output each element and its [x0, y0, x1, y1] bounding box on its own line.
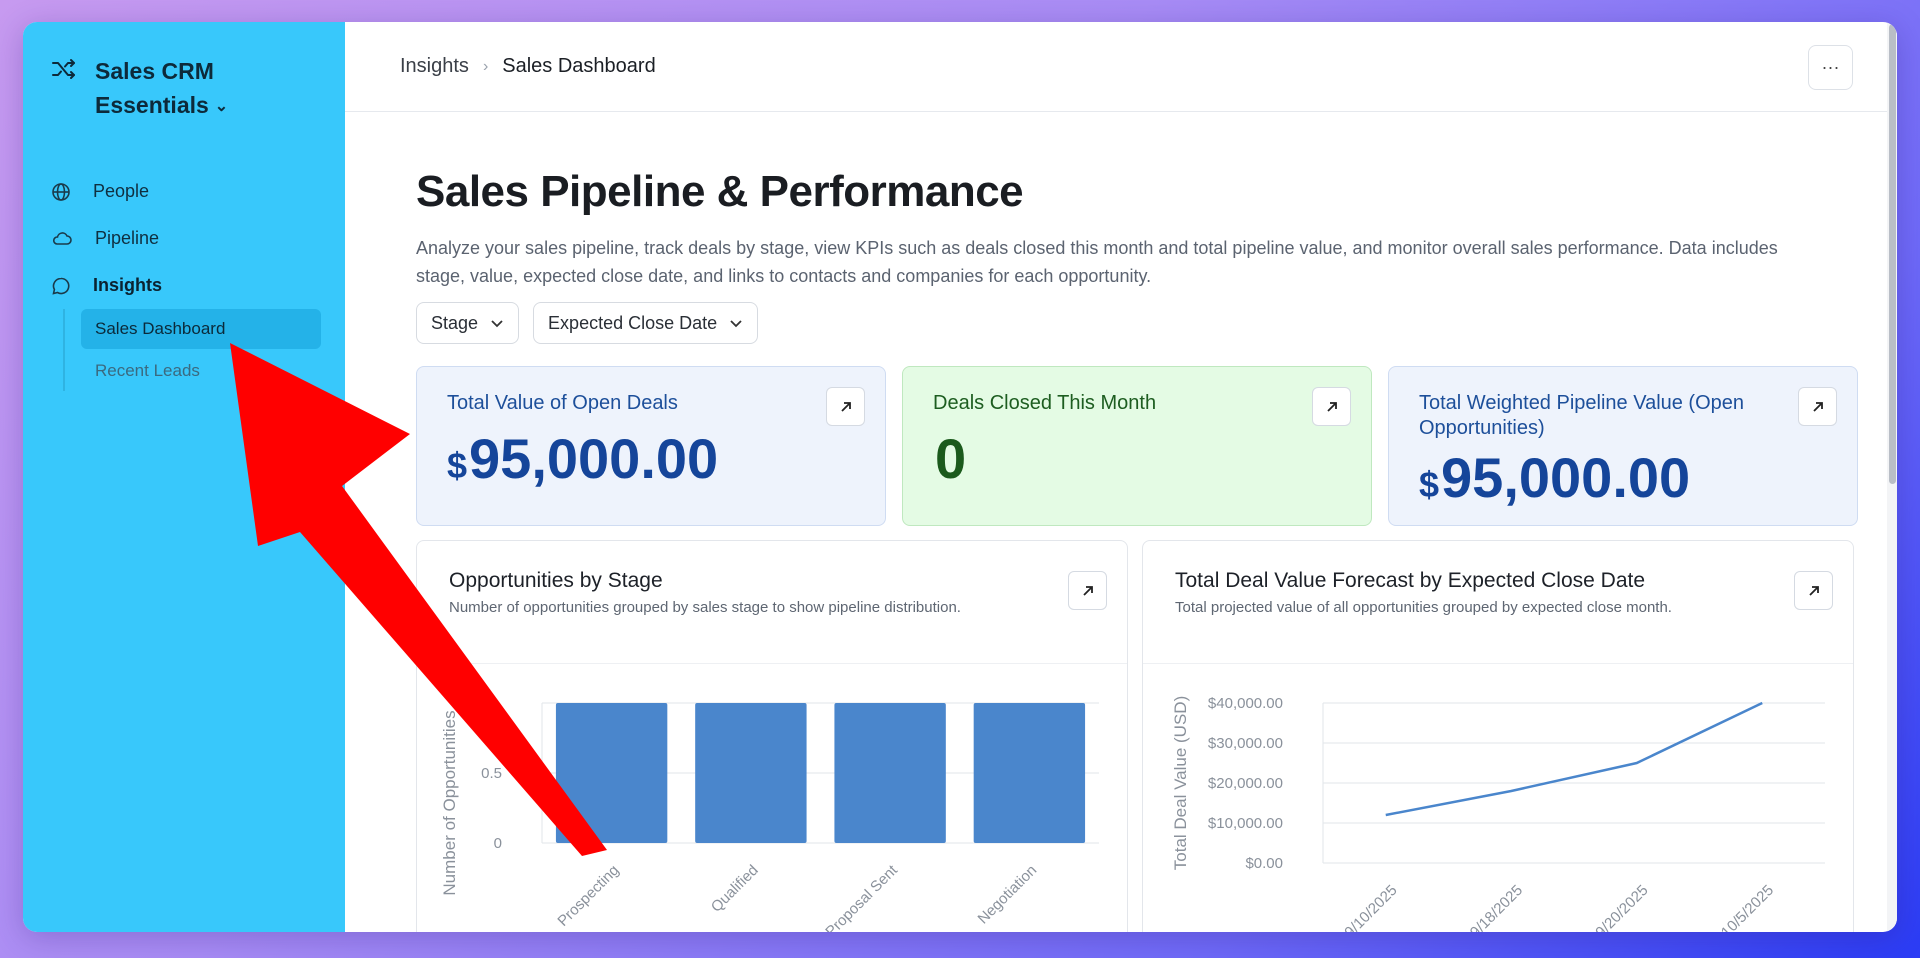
- x-tick-label: Prospecting: [554, 862, 622, 930]
- arrow-up-right-icon: [1808, 585, 1819, 596]
- sidebar-item-label: People: [93, 181, 150, 201]
- x-tick-label: 9/10/2025: [1341, 882, 1400, 932]
- x-tick-label: 9/20/2025: [1592, 882, 1651, 932]
- expand-button[interactable]: [1798, 387, 1837, 426]
- kpi-value: $95,000.00: [447, 427, 719, 490]
- deal-value-forecast-card: Total Deal Value Forecast by Expected Cl…: [1142, 540, 1854, 932]
- bar: [834, 703, 946, 843]
- insights-subnav: Sales Dashboard Recent Leads: [63, 309, 321, 391]
- stage-filter[interactable]: Stage: [416, 302, 520, 344]
- series-line: [1385, 701, 1763, 817]
- arrow-up-right-icon: [1326, 401, 1337, 412]
- breadcrumb-current: Sales Dashboard: [502, 55, 656, 77]
- sidebar-item-recent-leads[interactable]: Recent Leads: [81, 351, 321, 391]
- card-title: Opportunities by Stage: [449, 569, 663, 592]
- y-tick-label: $0.00: [1245, 855, 1283, 872]
- y-axis-label: Number of Opportunities: [440, 710, 459, 895]
- filter-label: Expected Close Date: [548, 312, 718, 333]
- x-tick-label: Proposal Sent: [822, 861, 901, 932]
- shuffle-icon: [52, 59, 75, 79]
- arrow-up-right-icon: [1082, 585, 1093, 596]
- sidebar-item-sales-dashboard[interactable]: Sales Dashboard: [81, 309, 321, 349]
- expand-button[interactable]: [1068, 571, 1107, 610]
- y-axis-label: Total Deal Value (USD): [1171, 696, 1190, 870]
- expand-button[interactable]: [1794, 571, 1833, 610]
- kpi-title: Total Weighted Pipeline Value (Open Oppo…: [1419, 392, 1745, 439]
- cloud-icon: [52, 231, 72, 245]
- sidebar-item-label: Pipeline: [95, 228, 160, 248]
- sidebar-item-people[interactable]: People: [51, 168, 321, 215]
- y-tick-label: $40,000.00: [1208, 695, 1283, 712]
- expected-close-date-filter[interactable]: Expected Close Date: [533, 302, 759, 344]
- x-tick-label: Negotiation: [975, 862, 1041, 928]
- expand-button[interactable]: [1312, 387, 1351, 426]
- workspace-switcher[interactable]: Sales CRM Essentials ⌄: [51, 54, 295, 124]
- arrow-up-right-icon: [840, 401, 851, 412]
- chevron-down-icon: [730, 320, 742, 328]
- sidebar: Sales CRM Essentials ⌄ People Pipeline In…: [23, 22, 345, 932]
- sidebar-nav: People Pipeline Insights Sales Dashboard…: [51, 168, 321, 393]
- more-options-button[interactable]: ···: [1808, 45, 1853, 90]
- breadcrumb-parent[interactable]: Insights: [400, 55, 469, 78]
- globe-icon: [52, 182, 70, 201]
- kpi-value: 0: [935, 427, 967, 490]
- bar-chart: 0 0.5 Number of Opportunities Prospecting Qu…: [440, 702, 1099, 932]
- filter-bar: Stage Expected Close Date: [416, 302, 759, 344]
- page-title: Sales Pipeline & Performance: [416, 167, 1024, 216]
- chevron-down-icon: [491, 320, 503, 328]
- expand-button[interactable]: [826, 387, 865, 426]
- chevron-right-icon: ›: [482, 57, 489, 75]
- kpi-value: $95,000.00: [1419, 446, 1691, 509]
- main-content: Insights › Sales Dashboard ··· Sales Pip…: [345, 22, 1897, 932]
- page-description: Analyze your sales pipeline, track deals…: [416, 238, 1778, 286]
- x-tick-label: 10/5/2025: [1718, 882, 1777, 932]
- bar: [695, 703, 807, 843]
- arrow-up-right-icon: [1812, 401, 1823, 412]
- kpi-title: Deals Closed This Month: [933, 392, 1157, 414]
- app-title: Sales CRM Essentials ⌄: [95, 54, 295, 124]
- sidebar-item-insights[interactable]: Insights: [51, 262, 321, 309]
- x-tick-label: 9/18/2025: [1467, 882, 1526, 932]
- y-tick-label: 0.5: [481, 765, 502, 782]
- scrollbar-thumb[interactable]: [1889, 24, 1896, 484]
- card-subtitle: Total projected value of all opportuniti…: [1175, 599, 1672, 616]
- y-tick-label: $10,000.00: [1208, 815, 1283, 832]
- card-subtitle: Number of opportunities grouped by sales…: [449, 599, 961, 616]
- kpi-weighted-pipeline: Total Weighted Pipeline Value (Open Oppo…: [1388, 366, 1858, 526]
- chat-bubble-icon: [52, 277, 70, 295]
- kpi-title: Total Value of Open Deals: [447, 392, 678, 414]
- y-tick-label: $20,000.00: [1208, 775, 1283, 792]
- scrollbar[interactable]: [1887, 22, 1897, 932]
- bar: [555, 703, 668, 843]
- sidebar-item-label: Insights: [93, 275, 163, 295]
- y-tick-label: $30,000.00: [1208, 735, 1283, 752]
- bar: [973, 703, 1086, 843]
- y-tick-label: 0: [494, 835, 502, 852]
- x-tick-label: Qualified: [708, 862, 762, 916]
- card-title: Total Deal Value Forecast by Expected Cl…: [1175, 569, 1646, 592]
- kpi-total-open-deals: Total Value of Open Deals $95,000.00: [416, 366, 886, 526]
- line-chart: $0.00 $10,000.00 $20,000.00 $30,000.00 $40,0…: [1171, 695, 1825, 932]
- opportunities-by-stage-card: Opportunities by Stage Number of opportu…: [416, 540, 1128, 932]
- app-window: Sales CRM Essentials ⌄ People Pipeline In…: [23, 22, 1897, 932]
- sidebar-item-pipeline[interactable]: Pipeline: [51, 215, 321, 262]
- chevron-down-icon: ⌄: [214, 97, 229, 115]
- kpi-deals-closed-month: Deals Closed This Month 0: [902, 366, 1372, 526]
- filter-label: Stage: [431, 312, 479, 333]
- breadcrumb: Insights › Sales Dashboard: [345, 22, 1897, 112]
